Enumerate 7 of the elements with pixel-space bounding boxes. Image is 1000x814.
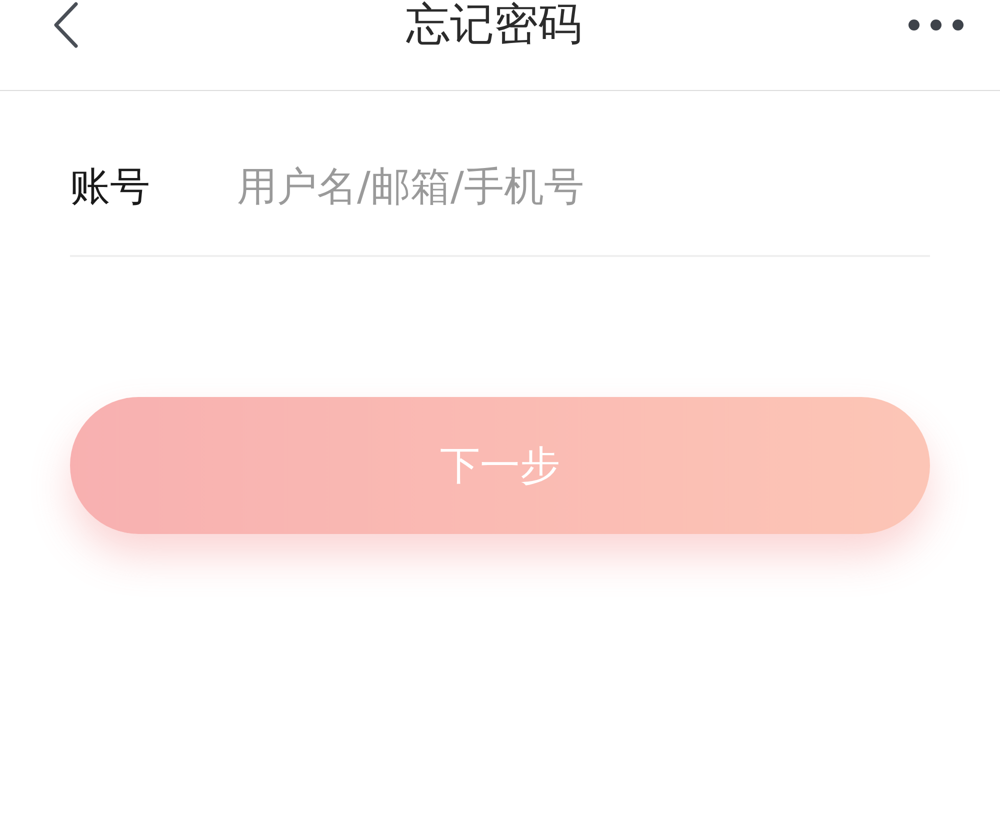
more-dots-icon <box>908 19 964 31</box>
page-title: 忘记密码 <box>406 0 582 50</box>
field-label: 账号 <box>70 163 151 212</box>
more-button[interactable] <box>908 19 964 31</box>
back-button[interactable] <box>52 1 80 49</box>
input-field[interactable]: 用户名/邮箱/手机号 <box>237 159 930 215</box>
back-chevron-icon <box>52 1 80 49</box>
